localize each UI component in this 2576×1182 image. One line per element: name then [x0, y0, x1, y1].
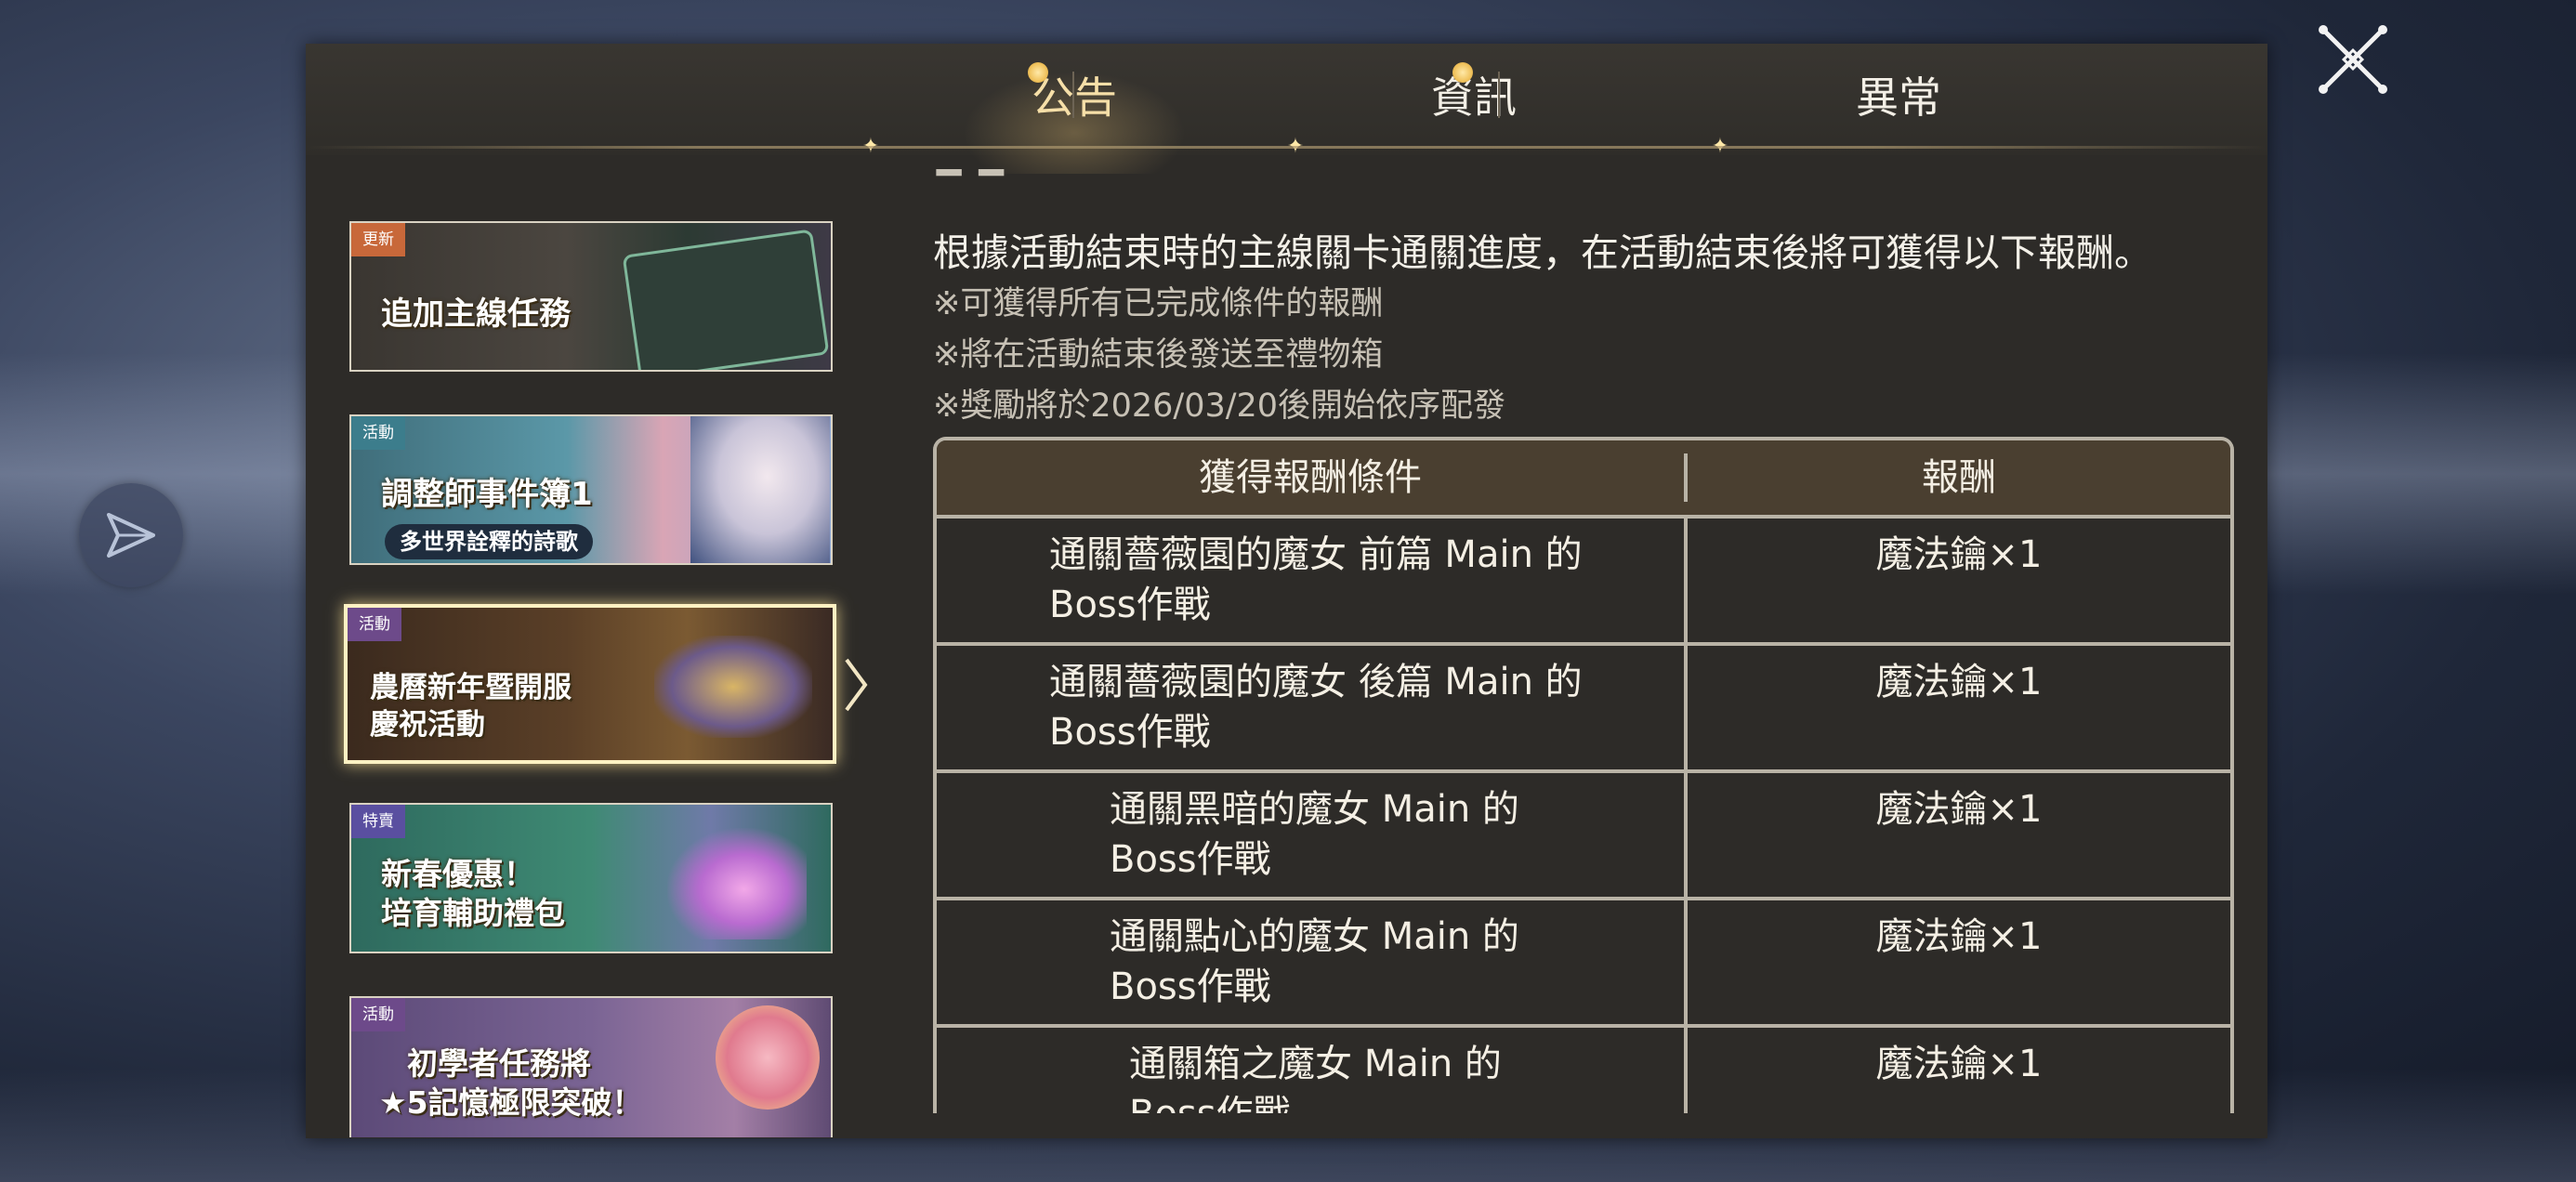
cell-reward: 魔法鑰×1 — [1875, 915, 2043, 958]
banner-subtitle: 多世界詮釋的詩歌 — [385, 524, 593, 559]
tab-announcement[interactable]: 公告 — [888, 44, 1260, 146]
cell-reward: 魔法鑰×1 — [1875, 533, 2043, 576]
clipped-text-top: ▬ ▬ — [933, 169, 1007, 184]
header-reward: 報酬 — [1922, 456, 1996, 499]
note-3: ※獎勵將於2026/03/20後開始依序配發 — [933, 387, 1506, 425]
tab-bar: 公告 資訊 異常 ✦ ✦ ✦ — [306, 44, 2267, 174]
banner-clip: 活動 初學者任務將 ★5記憶極限突破！ — [349, 996, 833, 1137]
banner-main-quest[interactable]: 更新 追加主線任務 — [349, 221, 833, 372]
banner-art-character — [690, 416, 830, 563]
tab-notification-dot — [1028, 62, 1048, 83]
table-row: 通關點心的魔女 Main 的 Boss作戰 魔法鑰×1 — [937, 900, 2234, 1028]
banner-art-gems — [667, 828, 807, 939]
table-header-row: 獲得報酬條件 報酬 — [937, 440, 2230, 519]
tab-info[interactable]: 資訊 — [1288, 44, 1660, 146]
cell-condition: 通關薔薇園的魔女 前篇 Main 的 Boss作戰 — [1049, 533, 1583, 626]
banner-title-line2: 慶祝活動 — [370, 708, 485, 742]
table-row: 通關黑暗的魔女 Main 的 Boss作戰 魔法鑰×1 — [937, 773, 2234, 900]
banner-tag: 更新 — [351, 223, 405, 256]
cell-condition: 通關黑暗的魔女 Main 的 Boss作戰 — [1110, 788, 1519, 881]
tab-issues[interactable]: 異常 — [1713, 44, 2084, 146]
banner-lunar-new-year[interactable]: 活動 農曆新年暨開服 慶祝活動 — [344, 604, 836, 764]
banner-beginner-quest[interactable]: 活動 初學者任務將 ★5記憶極限突破！ — [349, 996, 833, 1137]
banner-title-line1: 初學者任務將 — [407, 1045, 591, 1082]
banner-title: 追加主線任務 — [381, 296, 571, 333]
table-row: 通關薔薇園的魔女 前篇 Main 的 Boss作戰 魔法鑰×1 — [937, 519, 2234, 646]
banner-title: 調整師事件簿1 — [381, 476, 593, 513]
banner-new-year-sale[interactable]: 特賣 新春優惠！ 培育輔助禮包 — [349, 803, 833, 953]
cell-reward: 魔法鑰×1 — [1875, 788, 2043, 831]
banner-title-line1: 農曆新年暨開服 — [370, 671, 572, 704]
banner-art-character-icon — [716, 1005, 820, 1110]
banner-adjuster-casebook[interactable]: 活動 調整師事件簿1 多世界詮釋的詩歌 — [349, 414, 833, 565]
note-1: ※可獲得所有已完成條件的報酬 — [933, 285, 1384, 322]
tab-divider-line — [306, 146, 2267, 149]
tab-separator — [1072, 72, 1074, 118]
banner-tag: 活動 — [348, 608, 401, 641]
cell-condition: 通關薔薇園的魔女 後篇 Main 的 Boss作戰 — [1049, 661, 1583, 754]
tab-notification-dot — [1452, 62, 1473, 83]
tab-separator — [1498, 72, 1500, 118]
reward-table: 獲得報酬條件 報酬 通關薔薇園的魔女 前篇 Main 的 Boss作戰 魔法鑰×… — [933, 437, 2234, 1113]
banner-tag: 活動 — [351, 998, 405, 1031]
note-2: ※將在活動結束後發送至禮物箱 — [933, 336, 1384, 374]
reward-table-viewport[interactable]: 獲得報酬條件 報酬 通關薔薇園的魔女 前篇 Main 的 Boss作戰 魔法鑰×… — [933, 437, 2234, 1113]
cell-condition: 通關箱之魔女 Main 的 Boss作戰 — [1129, 1043, 1502, 1113]
chevron-right-icon — [845, 658, 868, 712]
banner-title-line2: ★5記憶極限突破！ — [379, 1084, 643, 1121]
intro-text: 根據活動結束時的主線關卡通關進度，在活動結束後將可獲得以下報酬。 — [933, 230, 2152, 275]
cell-reward: 魔法鑰×1 — [1875, 1043, 2043, 1085]
banner-title-line2: 培育輔助禮包 — [381, 895, 565, 931]
table-row: 通關箱之魔女 Main 的 Boss作戰 魔法鑰×1 — [937, 1028, 2234, 1113]
table-row: 通關薔薇園的魔女 後篇 Main 的 Boss作戰 魔法鑰×1 — [937, 646, 2234, 773]
banner-title-line1: 新春優惠！ — [381, 856, 534, 892]
side-send-button[interactable] — [79, 483, 183, 587]
close-x-icon — [2319, 25, 2387, 94]
banner-art-keys — [654, 636, 812, 738]
header-condition: 獲得報酬條件 — [1199, 456, 1422, 499]
cell-reward: 魔法鑰×1 — [1875, 661, 2043, 703]
banner-art-screen — [622, 229, 830, 370]
banner-tag: 特賣 — [351, 805, 405, 838]
banner-tag: 活動 — [351, 416, 405, 450]
cell-condition: 通關點心的魔女 Main 的 Boss作戰 — [1110, 915, 1519, 1008]
paper-plane-icon — [107, 513, 155, 558]
close-button[interactable] — [2314, 20, 2392, 98]
